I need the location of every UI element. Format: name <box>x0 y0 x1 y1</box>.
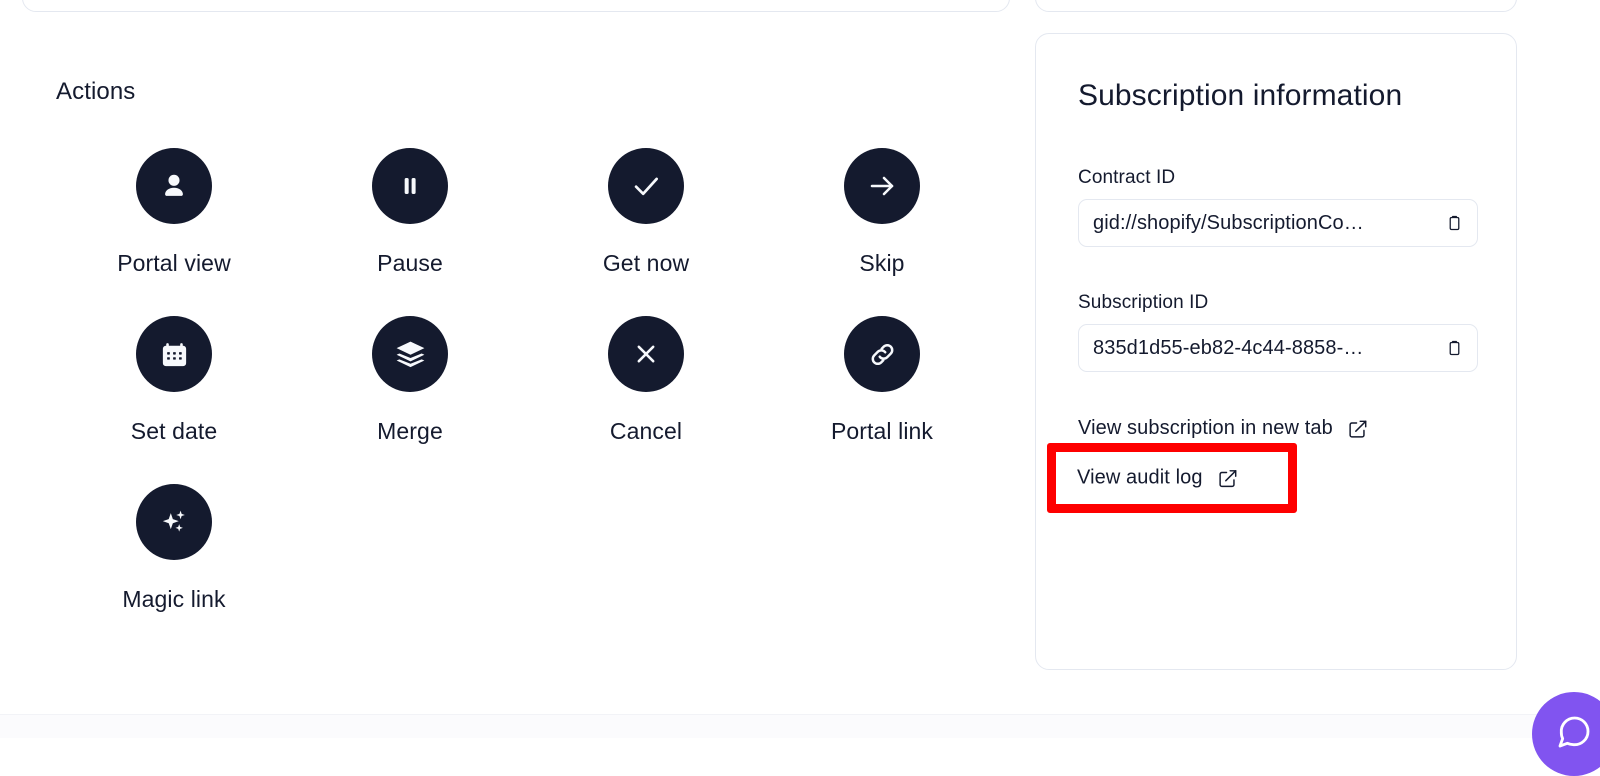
calendar-icon <box>136 316 212 392</box>
view-subscription-link-label: View subscription in new tab <box>1078 417 1333 439</box>
action-set-date[interactable]: Set date <box>56 316 292 484</box>
contract-id-field: Contract ID gid://shopify/SubscriptionCo… <box>1078 167 1478 247</box>
pause-icon <box>372 148 448 224</box>
action-merge[interactable]: Merge <box>292 316 528 484</box>
action-label: Set date <box>130 418 218 444</box>
layers-icon <box>372 316 448 392</box>
check-icon <box>608 148 684 224</box>
chat-bubble-icon <box>1554 712 1594 757</box>
action-label: Portal link <box>830 418 934 444</box>
action-label: Magic link <box>122 586 226 612</box>
view-subscription-link[interactable]: View subscription in new tab <box>1078 417 1369 440</box>
clipboard-icon[interactable] <box>1443 337 1465 359</box>
action-portal-view[interactable]: Portal view <box>56 148 292 316</box>
action-label: Pause <box>377 250 443 276</box>
action-label: Skip <box>859 250 905 276</box>
page-bottom-divider <box>0 714 1600 738</box>
chain-link-icon <box>844 316 920 392</box>
subscription-id-input[interactable]: 835d1d55-eb82-4c44-8858-… <box>1078 324 1478 372</box>
sparkles-icon <box>136 484 212 560</box>
actions-region: Actions Portal view Pause Get now Skip S… <box>0 0 1010 690</box>
contract-id-label: Contract ID <box>1078 167 1176 188</box>
action-get-now[interactable]: Get now <box>528 148 764 316</box>
actions-grid: Portal view Pause Get now Skip Set date … <box>56 148 956 652</box>
action-magic-link[interactable]: Magic link <box>56 484 292 652</box>
user-icon <box>136 148 212 224</box>
highlight-rectangle: View audit log <box>1047 443 1297 513</box>
clipboard-icon[interactable] <box>1443 212 1465 234</box>
action-pause[interactable]: Pause <box>292 148 528 316</box>
action-label: Get now <box>602 250 690 276</box>
subscription-id-field: Subscription ID 835d1d55-eb82-4c44-8858-… <box>1078 292 1478 372</box>
card-above-right <box>1035 0 1517 12</box>
close-x-icon <box>608 316 684 392</box>
action-label: Cancel <box>609 418 683 444</box>
card-title: Subscription information <box>1078 79 1403 112</box>
contract-id-input[interactable]: gid://shopify/SubscriptionCo… <box>1078 199 1478 247</box>
view-audit-log-link-label: View audit log <box>1077 466 1203 489</box>
external-link-icon <box>1347 418 1369 440</box>
chat-launcher-button[interactable] <box>1532 692 1600 776</box>
view-audit-log-link[interactable]: View audit log <box>1077 467 1239 490</box>
action-label: Portal view <box>117 250 231 276</box>
subscription-id-value: 835d1d55-eb82-4c44-8858-… <box>1093 336 1364 359</box>
subscription-information-card: Subscription information Contract ID gid… <box>1035 33 1517 670</box>
subscription-id-label: Subscription ID <box>1078 292 1209 313</box>
page-title: Actions <box>56 78 136 105</box>
arrow-right-icon <box>844 148 920 224</box>
contract-id-value: gid://shopify/SubscriptionCo… <box>1093 211 1364 234</box>
action-portal-link[interactable]: Portal link <box>764 316 1000 484</box>
action-skip[interactable]: Skip <box>764 148 1000 316</box>
action-cancel[interactable]: Cancel <box>528 316 764 484</box>
external-link-icon <box>1217 467 1239 489</box>
action-label: Merge <box>377 418 443 444</box>
